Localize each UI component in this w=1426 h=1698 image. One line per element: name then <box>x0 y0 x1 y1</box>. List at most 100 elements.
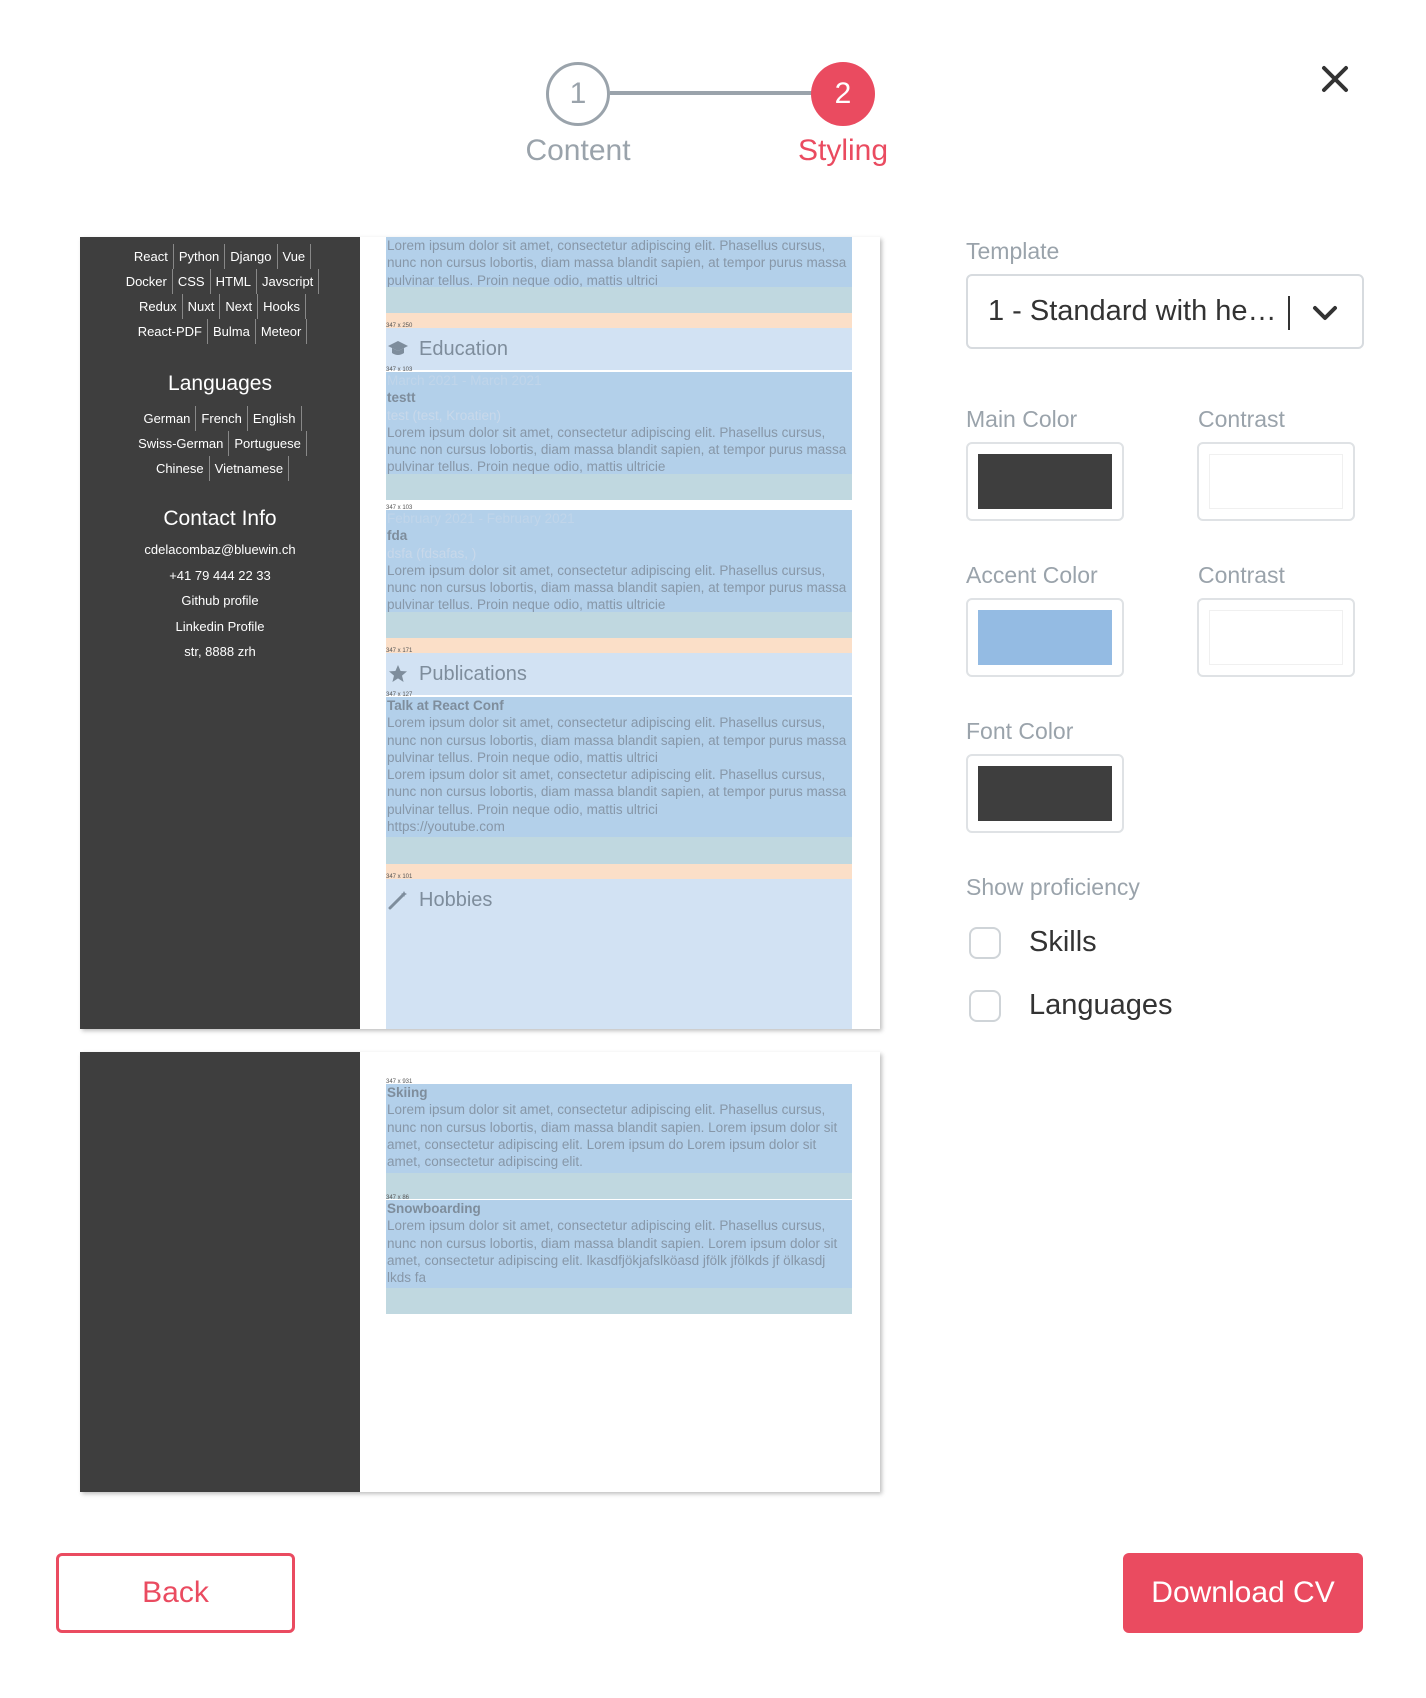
step-1-label[interactable]: Content <box>478 134 678 168</box>
spacer <box>386 837 852 864</box>
skill-tag: HTML <box>211 269 257 294</box>
contact-item: Github profile <box>181 593 259 608</box>
back-button[interactable]: Back <box>56 1553 295 1633</box>
entry-title: fda <box>387 528 408 544</box>
languages-heading: Languages <box>168 372 272 395</box>
font-color-fill <box>978 766 1112 821</box>
accent-contrast-fill <box>1209 610 1343 665</box>
entry-description: Lorem ipsum dolor sit amet, consectetur … <box>387 715 847 765</box>
skill-row: Docker CSS HTML Javscript <box>80 269 360 294</box>
hobby-entry: Skiing Lorem ipsum dolor sit amet, conse… <box>386 1084 852 1173</box>
step-1-circle[interactable]: 1 <box>546 62 610 126</box>
entry-date: March 2021 - March 2021 <box>387 373 542 388</box>
skill-tag: Python <box>174 244 226 269</box>
skill-row: React-PDF Bulma Meteor <box>80 319 360 344</box>
language-tag: Swiss-German <box>133 431 230 456</box>
language-row: Chinese Vietnamese <box>80 456 360 481</box>
language-tag: Portuguese <box>229 431 307 456</box>
skills-checkbox-label[interactable]: Skills <box>1029 926 1097 959</box>
contact-item: Linkedin Profile <box>175 618 265 634</box>
entry-location: dsfa (fdsafas, ) <box>387 545 477 561</box>
publications-heading: Publications <box>386 653 852 695</box>
contact-item: cdelacombaz@bluewin.ch <box>144 542 296 557</box>
language-row: Swiss-German Portuguese <box>80 431 360 456</box>
entry-description: Lorem ipsum dolor sit amet, consectetur … <box>387 1218 838 1286</box>
main-color-swatch[interactable] <box>966 442 1124 521</box>
font-color-label: Font Color <box>966 718 1074 744</box>
skill-tag: Django <box>225 244 278 269</box>
spacer <box>386 1173 852 1199</box>
education-entry: March 2021 - March 2021 testt test (test… <box>386 372 852 474</box>
entry-title: testt <box>387 390 416 406</box>
step-2-circle[interactable]: 2 <box>811 62 875 126</box>
languages-checkbox[interactable] <box>969 989 1001 1022</box>
main-contrast-swatch[interactable] <box>1197 442 1355 521</box>
education-entry: February 2021 - February 2021 fda dsfa (… <box>386 510 852 612</box>
education-heading-text: Education <box>419 337 508 360</box>
cv-preview-page-2: 347 x 931 Skiing Lorem ipsum dolor sit a… <box>80 1052 880 1492</box>
entry-description: Lorem ipsum dolor sit amet, consectetur … <box>387 562 847 613</box>
graduation-cap-icon <box>387 338 409 360</box>
skill-tag: Next <box>220 294 259 319</box>
skill-tag: Javscript <box>257 269 320 294</box>
cv-sidebar <box>80 1052 360 1492</box>
language-row: German French English <box>80 406 360 431</box>
entry-description: Lorem ipsum dolor sit amet, consectetur … <box>387 767 847 817</box>
entry-title: Skiing <box>387 1085 428 1100</box>
hobbies-heading: Hobbies <box>386 879 852 1029</box>
accent-color-swatch[interactable] <box>966 598 1124 677</box>
entry-title: Talk at React Conf <box>387 698 504 713</box>
skill-tag: Bulma <box>208 319 256 344</box>
entry-location: test (test, Kroatien) <box>387 407 502 423</box>
accent-color-fill <box>978 610 1112 665</box>
template-select[interactable]: 1 - Standard with header <box>966 274 1364 349</box>
language-tag: German <box>138 406 197 431</box>
skill-tag: Hooks <box>258 294 306 319</box>
template-select-value: 1 - Standard with header <box>988 295 1288 327</box>
language-tag: Chinese <box>151 456 210 481</box>
contact-heading: Contact Info <box>163 507 277 530</box>
publications-heading-text: Publications <box>419 662 527 685</box>
hobbies-heading-text: Hobbies <box>419 889 493 911</box>
main-color-label: Main Color <box>966 406 1078 432</box>
entry-title: Snowboarding <box>387 1201 481 1216</box>
cv-main-column: Lorem ipsum dolor sit amet, consectetur … <box>386 237 852 1029</box>
spacer <box>386 864 852 879</box>
languages-proficiency-option[interactable]: Languages <box>969 989 1173 1022</box>
language-tag: French <box>196 406 248 431</box>
cv-preview-page-1: React Python Django Vue Docker CSS HTML Javscri… <box>80 237 880 1029</box>
skill-row: Redux Nuxt Next Hooks <box>80 294 360 319</box>
stepper: 1 2 Content Styling <box>0 0 1426 200</box>
skill-row: React Python Django Vue <box>80 244 360 269</box>
cv-sidebar: React Python Django Vue Docker CSS HTML Javscri… <box>80 237 360 1029</box>
languages-list: German French English Swiss-German Portugues… <box>80 406 360 481</box>
spacer <box>386 287 852 313</box>
skill-tag: Vue <box>278 244 312 269</box>
step-2-label[interactable]: Styling <box>743 134 943 168</box>
contact-item: +41 79 444 22 33 <box>169 567 271 583</box>
language-tag: English <box>248 406 302 431</box>
skills-checkbox[interactable] <box>969 926 1001 959</box>
skills-proficiency-option[interactable]: Skills <box>969 926 1097 959</box>
language-tag: Vietnamese <box>210 456 290 481</box>
close-button[interactable] <box>1313 57 1357 101</box>
main-contrast-label: Contrast <box>1198 406 1285 432</box>
main-contrast-fill <box>1209 454 1343 509</box>
font-color-swatch[interactable] <box>966 754 1124 833</box>
spacer <box>386 638 852 653</box>
hobby-entry: Snowboarding Lorem ipsum dolor sit amet,… <box>386 1200 852 1288</box>
contact-list: cdelacombaz@bluewin.ch +41 79 444 22 33 Gi… <box>80 537 360 665</box>
magic-wand-icon <box>387 889 409 911</box>
chevron-down-icon <box>1313 306 1337 320</box>
accent-contrast-label: Contrast <box>1198 562 1285 588</box>
languages-checkbox-label[interactable]: Languages <box>1029 989 1173 1022</box>
education-heading: Education <box>386 328 852 370</box>
cv-main-column: 347 x 931 Skiing Lorem ipsum dolor sit a… <box>386 1052 852 1492</box>
download-cv-button[interactable]: Download CV <box>1123 1553 1363 1633</box>
accent-contrast-swatch[interactable] <box>1197 598 1355 677</box>
select-separator <box>1288 296 1290 330</box>
spacer <box>386 612 852 638</box>
skill-tag: React <box>129 244 174 269</box>
skill-tag: CSS <box>173 269 211 294</box>
skill-tag: Meteor <box>256 319 308 344</box>
